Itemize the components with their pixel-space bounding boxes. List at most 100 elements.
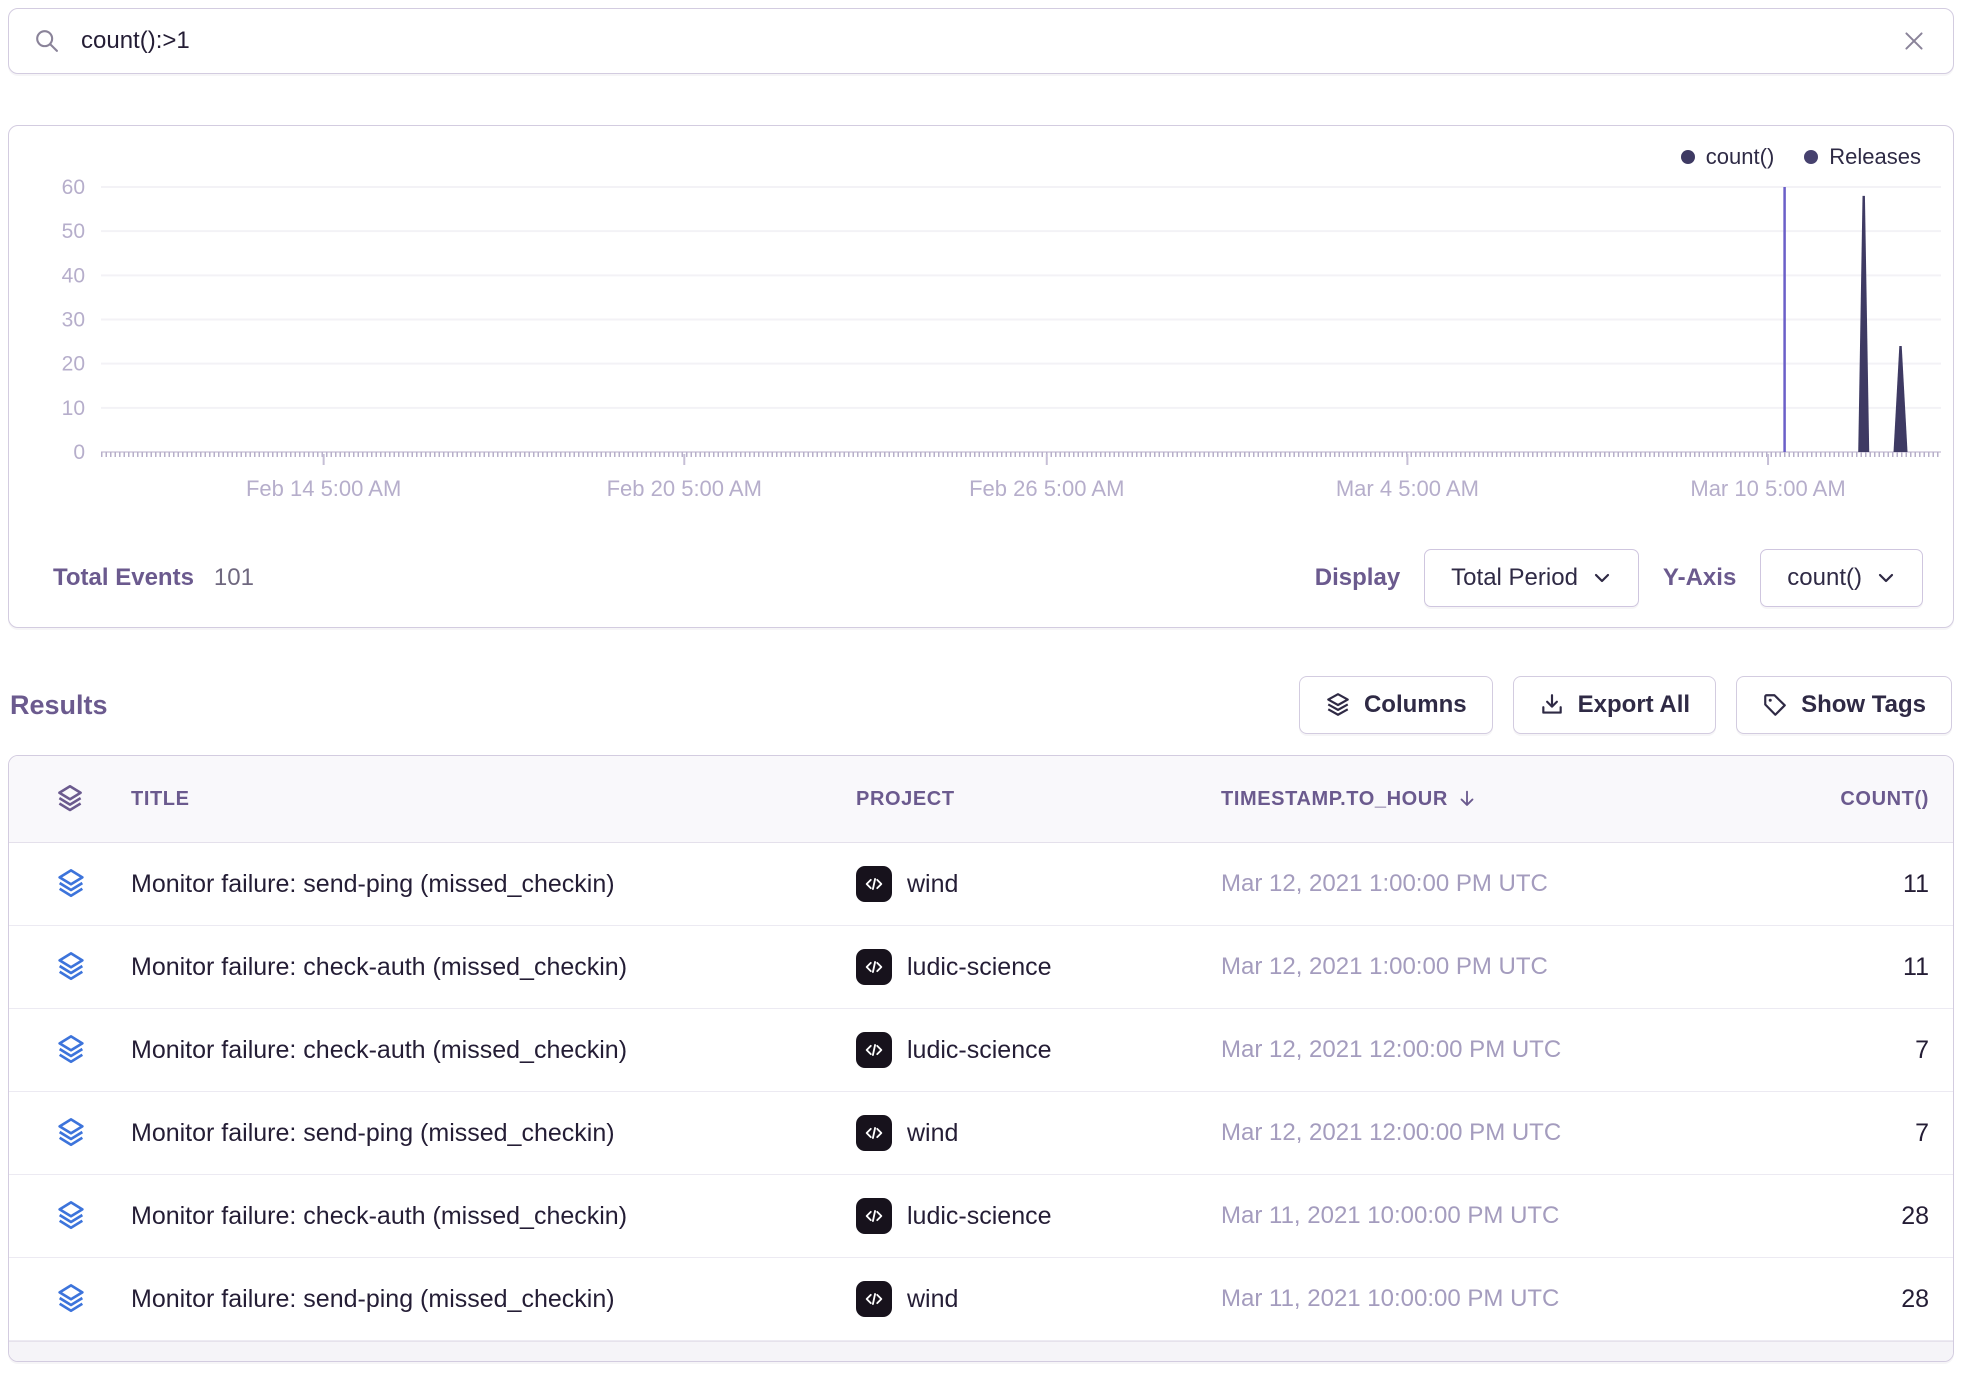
column-header-timestamp[interactable]: TIMESTAMP.TO_HOUR <box>1221 788 1711 811</box>
sort-desc-arrow-icon <box>1456 788 1478 810</box>
project-name: wind <box>907 1119 958 1148</box>
event-title[interactable]: Monitor failure: send-ping (missed_check… <box>131 870 856 899</box>
code-icon <box>856 949 892 985</box>
event-timestamp: Mar 12, 2021 12:00:00 PM UTC <box>1221 1036 1711 1064</box>
project-cell[interactable]: wind <box>856 1281 1221 1317</box>
chart-summary-row: Total Events 101 Display Total Period Y-… <box>53 549 1923 607</box>
stack-icon <box>55 1034 131 1066</box>
event-count: 7 <box>1711 1036 1929 1065</box>
column-header-timestamp-label: TIMESTAMP.TO_HOUR <box>1221 788 1448 811</box>
project-cell[interactable]: ludic-science <box>856 1032 1221 1068</box>
search-bar[interactable]: count():>1 <box>8 8 1954 74</box>
event-timestamp: Mar 12, 2021 1:00:00 PM UTC <box>1221 870 1711 898</box>
code-icon <box>856 1115 892 1151</box>
display-dropdown-value: Total Period <box>1451 564 1578 592</box>
columns-button-label: Columns <box>1364 691 1467 719</box>
search-icon <box>33 27 61 55</box>
event-timestamp: Mar 11, 2021 10:00:00 PM UTC <box>1221 1285 1711 1313</box>
svg-text:10: 10 <box>62 397 85 420</box>
event-count: 11 <box>1711 870 1929 899</box>
tag-icon <box>1762 692 1788 718</box>
svg-text:Feb 14 5:00 AM: Feb 14 5:00 AM <box>246 476 401 501</box>
table-row[interactable]: Monitor failure: check-auth (missed_chec… <box>9 1009 1953 1092</box>
event-count: 7 <box>1711 1119 1929 1148</box>
close-icon[interactable] <box>1901 28 1927 54</box>
stack-icon[interactable] <box>55 784 131 814</box>
results-table: TITLE PROJECT TIMESTAMP.TO_HOUR COUNT() … <box>8 755 1954 1362</box>
display-dropdown[interactable]: Total Period <box>1424 549 1639 607</box>
results-bar: Results Columns Export All <box>10 672 1952 738</box>
event-title[interactable]: Monitor failure: send-ping (missed_check… <box>131 1285 856 1314</box>
svg-text:Feb 20 5:00 AM: Feb 20 5:00 AM <box>607 476 762 501</box>
project-name: wind <box>907 870 958 899</box>
show-tags-button[interactable]: Show Tags <box>1736 676 1952 734</box>
display-label: Display <box>1315 564 1400 592</box>
code-icon <box>856 866 892 902</box>
legend-item-releases[interactable]: Releases <box>1804 144 1921 170</box>
code-icon <box>856 1281 892 1317</box>
chevron-down-icon <box>1592 568 1612 588</box>
project-cell[interactable]: wind <box>856 866 1221 902</box>
legend-count-label: count() <box>1706 144 1774 170</box>
columns-icon <box>1325 692 1351 718</box>
event-timestamp: Mar 12, 2021 12:00:00 PM UTC <box>1221 1119 1711 1147</box>
svg-text:Feb 26 5:00 AM: Feb 26 5:00 AM <box>969 476 1124 501</box>
table-header: TITLE PROJECT TIMESTAMP.TO_HOUR COUNT() <box>9 756 1953 843</box>
results-title: Results <box>10 690 108 721</box>
event-title[interactable]: Monitor failure: check-auth (missed_chec… <box>131 1202 856 1231</box>
svg-text:Mar 4 5:00 AM: Mar 4 5:00 AM <box>1336 476 1479 501</box>
project-cell[interactable]: wind <box>856 1115 1221 1151</box>
legend-releases-label: Releases <box>1829 144 1921 170</box>
stack-icon <box>55 1200 131 1232</box>
table-row[interactable]: Monitor failure: check-auth (missed_chec… <box>9 1175 1953 1258</box>
event-timestamp: Mar 11, 2021 10:00:00 PM UTC <box>1221 1202 1711 1230</box>
stack-icon <box>55 1117 131 1149</box>
releases-series-dot-icon <box>1804 150 1818 164</box>
svg-text:60: 60 <box>62 176 85 199</box>
column-header-title[interactable]: TITLE <box>131 788 856 811</box>
event-timestamp: Mar 12, 2021 1:00:00 PM UTC <box>1221 953 1711 981</box>
count-series-dot-icon <box>1681 150 1695 164</box>
discover-page: count():>1 0102030405060Feb 14 5:00 AMFe… <box>0 0 1962 1374</box>
event-count: 28 <box>1711 1202 1929 1231</box>
stack-icon <box>55 868 131 900</box>
search-query[interactable]: count():>1 <box>81 27 1901 55</box>
show-tags-button-label: Show Tags <box>1801 691 1926 719</box>
project-name: ludic-science <box>907 1202 1052 1231</box>
table-row[interactable]: Monitor failure: send-ping (missed_check… <box>9 1258 1953 1341</box>
stack-icon <box>55 951 131 983</box>
project-name: ludic-science <box>907 953 1052 982</box>
y-axis-label: Y-Axis <box>1663 564 1736 592</box>
export-icon <box>1539 692 1565 718</box>
legend-item-count[interactable]: count() <box>1681 144 1774 170</box>
event-count: 28 <box>1711 1285 1929 1314</box>
project-name: ludic-science <box>907 1036 1052 1065</box>
table-row[interactable]: Monitor failure: send-ping (missed_check… <box>9 1092 1953 1175</box>
event-title[interactable]: Monitor failure: check-auth (missed_chec… <box>131 953 856 982</box>
event-count: 11 <box>1711 953 1929 982</box>
project-cell[interactable]: ludic-science <box>856 949 1221 985</box>
svg-text:20: 20 <box>62 353 85 376</box>
y-axis-dropdown-value: count() <box>1787 564 1862 592</box>
table-row[interactable]: Monitor failure: send-ping (missed_check… <box>9 843 1953 926</box>
column-header-project[interactable]: PROJECT <box>856 788 1221 811</box>
project-name: wind <box>907 1285 958 1314</box>
table-row[interactable]: Monitor failure: check-auth (missed_chec… <box>9 926 1953 1009</box>
events-chart: 0102030405060Feb 14 5:00 AMFeb 20 5:00 A… <box>9 126 1953 526</box>
event-title[interactable]: Monitor failure: send-ping (missed_check… <box>131 1119 856 1148</box>
column-header-count[interactable]: COUNT() <box>1711 788 1929 811</box>
event-title[interactable]: Monitor failure: check-auth (missed_chec… <box>131 1036 856 1065</box>
svg-text:0: 0 <box>73 441 85 464</box>
columns-button[interactable]: Columns <box>1299 676 1493 734</box>
stack-icon <box>55 1283 131 1315</box>
total-events-label: Total Events <box>53 564 194 592</box>
svg-text:Mar 10 5:00 AM: Mar 10 5:00 AM <box>1690 476 1845 501</box>
chart-legend: count() Releases <box>1681 144 1921 170</box>
project-cell[interactable]: ludic-science <box>856 1198 1221 1234</box>
export-all-button[interactable]: Export All <box>1513 676 1716 734</box>
y-axis-dropdown[interactable]: count() <box>1760 549 1923 607</box>
export-all-button-label: Export All <box>1578 691 1690 719</box>
table-footer <box>9 1341 1953 1361</box>
total-events-value: 101 <box>214 564 254 592</box>
table-body: Monitor failure: send-ping (missed_check… <box>9 843 1953 1341</box>
